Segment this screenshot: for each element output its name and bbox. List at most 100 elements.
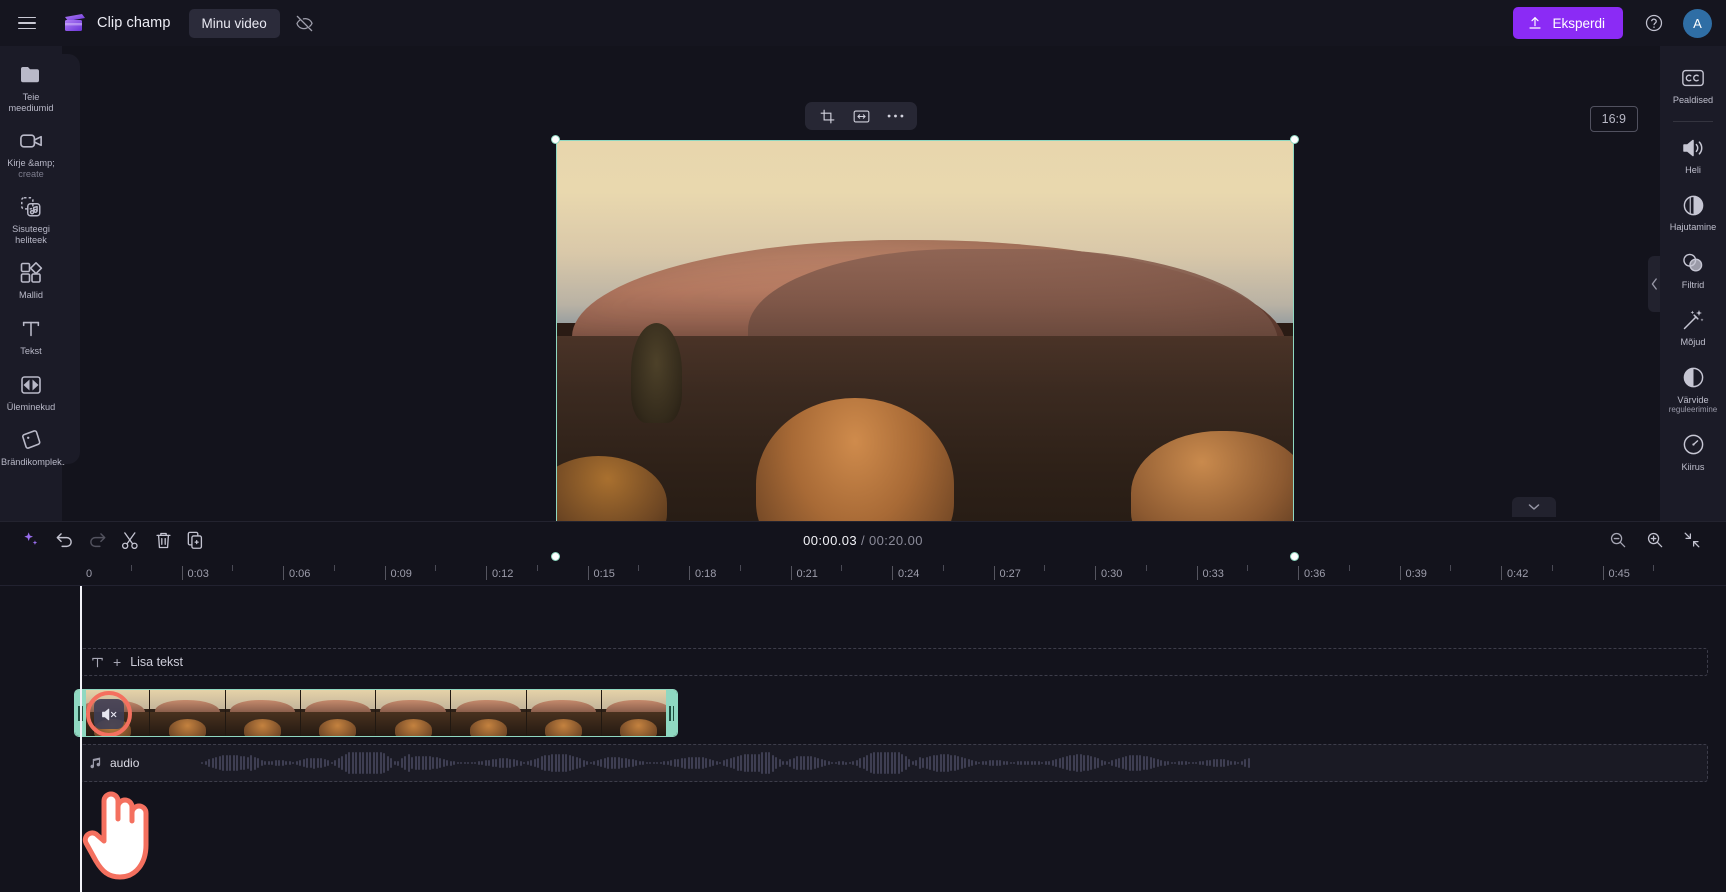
waveform-bar — [425, 755, 427, 771]
zoom-in-button[interactable] — [1640, 527, 1670, 553]
clip-thumbnail — [451, 690, 527, 736]
sidebar-item-tekst[interactable]: Tekst — [0, 308, 62, 364]
right-item-hajutamine[interactable]: Hajutamine — [1660, 183, 1726, 241]
waveform-bar — [953, 755, 956, 771]
trash-icon — [155, 531, 172, 550]
sidebar-item-sisuteegi-heliteek[interactable]: Sisuteegi heliteek — [0, 186, 62, 252]
waveform-bar — [1034, 760, 1036, 766]
right-item-pealdised[interactable]: Pealdised — [1660, 56, 1726, 114]
current-time: 00:00.03 — [803, 532, 857, 548]
duplicate-button[interactable] — [181, 527, 211, 553]
text-track-add[interactable]: + Lisa tekst — [80, 648, 1708, 676]
more-options-button[interactable] — [881, 104, 909, 128]
project-name-button[interactable]: Minu video — [188, 8, 280, 38]
hamburger-icon[interactable] — [10, 6, 44, 40]
resize-handle-top-left[interactable] — [551, 135, 560, 144]
waveform-bar — [806, 755, 809, 771]
audio-clip[interactable]: audio — [80, 744, 1708, 782]
waveform-bar — [337, 758, 340, 768]
resize-handle-top-right[interactable] — [1290, 135, 1299, 144]
waveform-bar — [463, 761, 466, 765]
waveform-bar — [687, 757, 690, 769]
waveform-bar — [544, 755, 546, 771]
waveform-bar — [1135, 755, 1138, 771]
sidebar-item-label: Sisuteegi — [12, 224, 50, 235]
sidebar-item-kirje-create[interactable]: Kirje &amp; create — [0, 120, 62, 186]
right-item-mojud[interactable]: Mõjud — [1660, 298, 1726, 356]
delete-button[interactable] — [148, 527, 178, 553]
ruler-tick-minor — [1348, 565, 1350, 571]
timeline-collapse-button[interactable] — [1512, 497, 1556, 517]
waveform-bar — [869, 753, 872, 773]
waveform-bar — [239, 755, 242, 771]
waveform-bar — [894, 752, 896, 774]
clip-trim-handle-right[interactable] — [666, 690, 677, 736]
upload-icon — [1527, 15, 1543, 31]
resize-handle-bottom-left[interactable] — [551, 552, 560, 561]
right-item-kiirus[interactable]: Kiirus — [1660, 423, 1726, 481]
text-T-icon — [91, 656, 104, 669]
crop-button[interactable] — [813, 104, 841, 128]
add-text-plus: + — [113, 654, 122, 670]
mute-toggle-button[interactable] — [94, 699, 124, 729]
sidebar-item-brandikomplekt[interactable]: Brändikomplekt — [0, 419, 65, 475]
waveform-bar — [1205, 760, 1208, 766]
sidebar-item-label: Kirje &amp; — [7, 158, 55, 169]
waveform-bar — [1230, 760, 1232, 766]
ruler-tick-major — [1196, 566, 1198, 580]
waveform-bar — [932, 755, 935, 771]
sidebar-item-uleminekud[interactable]: Üleminekud — [0, 364, 62, 420]
waveform-bar — [705, 757, 707, 769]
ruler-tick-label: 0:15 — [593, 568, 615, 580]
right-item-varvide-reguleerimine[interactable]: Värvide reguleerimine — [1660, 356, 1726, 423]
sidebar-item-mallid[interactable]: Mallid — [0, 252, 62, 308]
waveform-bar — [558, 753, 560, 773]
question-circle-icon[interactable] — [1639, 8, 1669, 38]
zoom-in-icon — [1646, 531, 1664, 549]
playhead[interactable] — [80, 586, 82, 892]
waveform-bar — [694, 756, 697, 770]
video-clip[interactable] — [74, 689, 678, 737]
waveform-bar — [645, 761, 648, 765]
waveform-bar — [204, 760, 207, 766]
eye-off-icon[interactable] — [290, 8, 320, 38]
resize-handle-bottom-right[interactable] — [1290, 552, 1299, 561]
waveform-bar — [274, 760, 277, 766]
timeline-ruler[interactable]: 0 0:03 0:06 0:09 0:12 0:15 0:18 0:21 0:24 0:27 0:3… — [0, 558, 1726, 586]
waveform-bar — [943, 754, 945, 772]
speaker-mute-icon — [101, 707, 118, 722]
sidebar-item-label: Brändikomplekt — [1, 457, 65, 468]
waveform-bar — [827, 760, 830, 766]
waveform-bar — [285, 760, 287, 766]
aspect-ratio-button[interactable]: 16:9 — [1589, 106, 1638, 132]
waveform-bar — [418, 755, 420, 771]
waveform-bar — [589, 761, 592, 765]
avatar[interactable]: A — [1683, 8, 1712, 38]
waveform-bar — [988, 760, 991, 766]
ruler-tick-major — [1095, 566, 1096, 580]
waveform-bar — [722, 760, 725, 766]
ruler-tick-label: 0:36 — [1304, 568, 1326, 580]
fit-button[interactable] — [847, 104, 875, 128]
clipchamp-editor: Clip champ Minu video Eksperdi A Teie me… — [0, 0, 1726, 892]
video-preview[interactable] — [556, 140, 1294, 556]
redo-button[interactable] — [82, 527, 112, 553]
waveform-bar — [379, 752, 382, 774]
undo-button[interactable] — [49, 527, 79, 553]
right-item-filtrid[interactable]: Filtrid — [1660, 241, 1726, 299]
waveform-bar — [421, 755, 424, 771]
sidebar-item-teie-meediumid[interactable]: Teie meediumid — [0, 54, 62, 120]
right-item-heli[interactable]: Heli — [1660, 126, 1726, 184]
waveform-bar — [754, 753, 756, 773]
right-panel-collapse-button[interactable] — [1648, 255, 1660, 312]
waveform-bar — [414, 756, 417, 770]
waveform-bar — [880, 752, 882, 774]
ai-tools-button[interactable] — [16, 527, 46, 553]
waveform-bar — [859, 758, 861, 768]
video-selection[interactable] — [551, 135, 1299, 586]
fit-timeline-button[interactable] — [1677, 527, 1707, 553]
zoom-out-button[interactable] — [1603, 527, 1633, 553]
ruler-tick-minor — [1044, 565, 1046, 571]
export-button[interactable]: Eksperdi — [1513, 7, 1623, 39]
split-button[interactable] — [115, 527, 145, 553]
